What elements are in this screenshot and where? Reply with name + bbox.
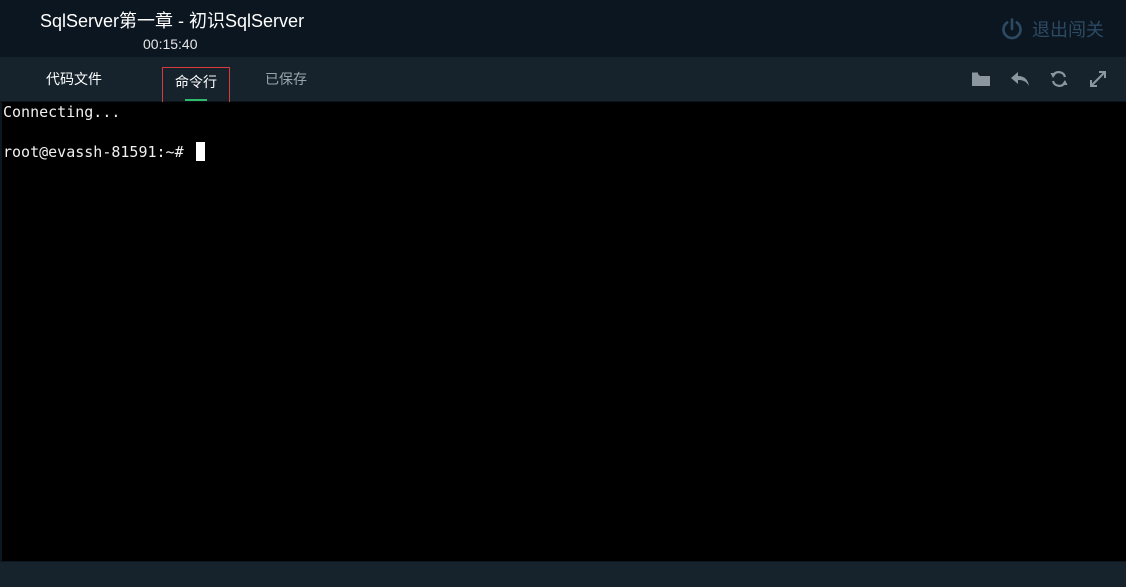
terminal-cursor [195, 142, 205, 161]
fullscreen-icon[interactable] [1088, 69, 1108, 89]
page-title: SqlServer第一章 - 初识SqlServer [40, 11, 305, 31]
tab-label: 代码文件 [46, 71, 102, 87]
header: SqlServer第一章 - 初识SqlServer 00:15:40 退出闯关 [0, 0, 1126, 56]
exit-button[interactable]: 退出闯关 [1000, 15, 1104, 43]
refresh-icon[interactable] [1049, 69, 1069, 89]
terminal-prompt: root@evassh-81591:~# [3, 143, 193, 161]
exit-label: 退出闯关 [1032, 20, 1104, 40]
tab-label: 已保存 [265, 71, 307, 87]
terminal[interactable]: Connecting... root@evassh-81591:~# [2, 102, 1126, 561]
power-icon [1000, 17, 1024, 41]
tab-code-files[interactable]: 代码文件 [32, 57, 116, 101]
timer: 00:15:40 [143, 36, 198, 52]
terminal-output-line: Connecting... [3, 103, 121, 121]
active-tab-indicator [185, 99, 207, 101]
tab-label: 命令行 [175, 74, 217, 90]
tab-command-line[interactable]: 命令行 [162, 67, 230, 105]
undo-icon[interactable] [1010, 69, 1030, 89]
tab-bar: 代码文件 命令行 已保存 [0, 57, 1126, 105]
terminal-prompt-line: root@evassh-81591:~# [3, 142, 205, 162]
folder-icon[interactable] [971, 69, 991, 89]
footer-bar [0, 562, 1126, 587]
toolbar [971, 69, 1108, 89]
app-window: SqlServer第一章 - 初识SqlServer 00:15:40 退出闯关… [0, 0, 1126, 587]
tab-saved[interactable]: 已保存 [255, 57, 317, 101]
